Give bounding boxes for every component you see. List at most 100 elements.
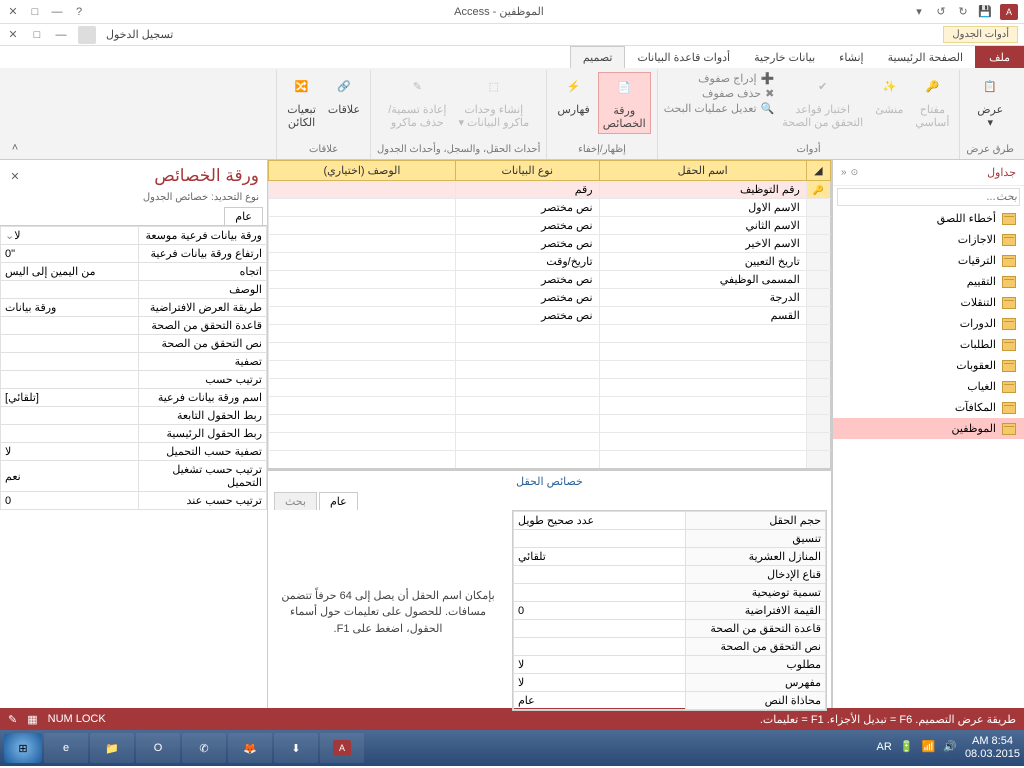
nav-item[interactable]: التقييم [833,271,1024,292]
propsheet-close-icon[interactable]: ✕ [8,169,22,183]
tab-lookup[interactable]: بحث [274,492,317,510]
row-selector[interactable]: 🔑 [806,181,830,199]
nav-item[interactable]: أخطاء اللصق [833,208,1024,229]
clock-time[interactable]: AM 8:54 [965,735,1020,748]
delete-rows-button[interactable]: ✖حذف صفوف [702,87,774,100]
cell-description[interactable] [269,235,456,253]
field-row-empty[interactable] [269,451,831,469]
propsheet-value[interactable] [1,425,139,443]
relationships-button[interactable]: 🔗علاقات [324,72,364,119]
row-selector[interactable] [806,289,830,307]
doc-close-icon[interactable]: ✕ [6,28,20,42]
builder-button[interactable]: ✨منشئ [871,72,907,119]
propsheet-row[interactable]: تصفية [1,353,267,371]
field-row-empty[interactable] [269,397,831,415]
primary-key-button[interactable]: 🔑مفتاح أساسي [911,72,953,132]
nav-dropdown-icon[interactable]: ⊙ [851,167,859,178]
propsheet-table[interactable]: ورقة بيانات فرعية موسعةلا ⌄ارتفاع ورقة ب… [0,226,267,510]
row-selector[interactable] [806,217,830,235]
nav-item[interactable]: العقوبات [833,355,1024,376]
fieldprop-value[interactable]: عام [514,692,686,710]
fieldprop-row[interactable]: مفهرسلا [514,674,826,692]
view-design-icon[interactable]: ✎ [8,713,17,726]
propsheet-value[interactable] [1,371,139,389]
fieldprop-value[interactable]: 0 [514,602,686,620]
propsheet-value[interactable]: ورقة بيانات [1,299,139,317]
cell-description[interactable] [269,199,456,217]
propsheet-value[interactable] [1,353,139,371]
propsheet-value[interactable]: 0 [1,492,139,510]
fieldprop-value[interactable] [514,620,686,638]
tab-create[interactable]: إنشاء [827,47,875,68]
field-row-empty[interactable] [269,379,831,397]
test-rules-button[interactable]: ✔اختبار قواعد التحقق من الصحة [778,72,867,132]
fieldprop-row[interactable]: القيمة الافتراضية0 [514,602,826,620]
row-selector[interactable] [806,253,830,271]
view-button[interactable]: 📋عرض▾ [972,72,1008,132]
taskbar-access-icon[interactable]: A [320,733,364,763]
cell-fieldname[interactable]: الدرجة [599,289,806,307]
propsheet-row[interactable]: ربط الحقول الرئيسية [1,425,267,443]
modify-lookups-button[interactable]: 🔍تعديل عمليات البحث [664,102,775,115]
clock-date[interactable]: 08.03.2015 [965,748,1020,761]
field-props-table[interactable]: حجم الحقلعدد صحيح طويلتنسيقالمنازل العشر… [513,511,826,710]
doc-restore-icon[interactable]: □ [30,28,44,42]
insert-rows-button[interactable]: ➕إدراج صفوف [698,72,774,85]
cell-fieldname[interactable]: المسمى الوظيفي [599,271,806,289]
nav-item[interactable]: المكافآت [833,397,1024,418]
cell-datatype[interactable]: رقم [455,181,599,199]
close-icon[interactable]: ✕ [6,5,20,19]
fieldprop-row[interactable]: نص التحقق من الصحة [514,638,826,656]
cell-description[interactable] [269,253,456,271]
start-button[interactable]: ⊞ [4,733,42,763]
propsheet-row[interactable]: ترتيب حسب تشغيل التحميلنعم [1,461,267,492]
cell-description[interactable] [269,181,456,199]
nav-item[interactable]: الموظفين [833,418,1024,439]
taskbar-ie-icon[interactable]: e [44,733,88,763]
field-row-empty[interactable] [269,325,831,343]
taskbar-explorer-icon[interactable]: 📁 [90,733,134,763]
propsheet-value[interactable]: من اليمين إلى اليس [1,263,139,281]
doc-minimize-icon[interactable]: — [54,28,68,42]
fieldprop-row[interactable]: قاعدة التحقق من الصحة [514,620,826,638]
tab-home[interactable]: الصفحة الرئيسية [876,47,975,68]
propsheet-value[interactable] [1,407,139,425]
fieldprop-value[interactable] [514,638,686,656]
fieldprop-row[interactable]: مطلوبلا [514,656,826,674]
signin-link[interactable]: تسجيل الدخول [106,28,173,41]
fieldprop-value[interactable] [514,566,686,584]
nav-item[interactable]: الغياب [833,376,1024,397]
field-row-empty[interactable] [269,343,831,361]
fieldprop-row[interactable]: محاذاة النصعام [514,692,826,710]
nav-item[interactable]: الطلبات [833,334,1024,355]
rename-macro-button[interactable]: ✎إعادة تسمية/ حذف ماكرو [384,72,450,132]
field-row-empty[interactable] [269,433,831,451]
fieldprop-row[interactable]: حجم الحقلعدد صحيح طويل [514,512,826,530]
cell-fieldname[interactable]: الاسم الاخير [599,235,806,253]
cell-fieldname[interactable]: رقم التوظيف [599,181,806,199]
indexes-button[interactable]: ⚡فهارس [553,72,593,119]
propsheet-row[interactable]: اتجاهمن اليمين إلى اليس [1,263,267,281]
propsheet-row[interactable]: ربط الحقول التابعة [1,407,267,425]
propsheet-value[interactable]: لا ⌄ [1,227,139,245]
cell-fieldname[interactable]: القسم [599,307,806,325]
collapse-ribbon-icon[interactable]: ˄ [8,141,22,155]
field-row-empty[interactable] [269,415,831,433]
tab-general[interactable]: عام [319,492,358,510]
field-row[interactable]: تاريخ التعيينتاريخ/وقت [269,253,831,271]
propsheet-row[interactable]: طريقة العرض الافتراضيةورقة بيانات [1,299,267,317]
nav-item[interactable]: التنقلات [833,292,1024,313]
tab-design[interactable]: تصميم [570,46,626,68]
cell-datatype[interactable]: نص مختصر [455,307,599,325]
create-macros-button[interactable]: ⬚إنشاء وحدات ماكرو البيانات ▾ [454,72,533,132]
redo-icon[interactable]: ↻ [956,5,970,19]
row-selector[interactable] [806,271,830,289]
field-row[interactable]: المسمى الوظيفينص مختصر [269,271,831,289]
tab-dbtools[interactable]: أدوات قاعدة البيانات [625,47,742,68]
field-row[interactable]: القسمنص مختصر [269,307,831,325]
cell-fieldname[interactable]: تاريخ التعيين [599,253,806,271]
nav-item[interactable]: الدورات [833,313,1024,334]
cell-fieldname[interactable]: الاسم الاول [599,199,806,217]
battery-icon[interactable]: 🔋 [900,741,914,754]
row-selector[interactable] [806,307,830,325]
